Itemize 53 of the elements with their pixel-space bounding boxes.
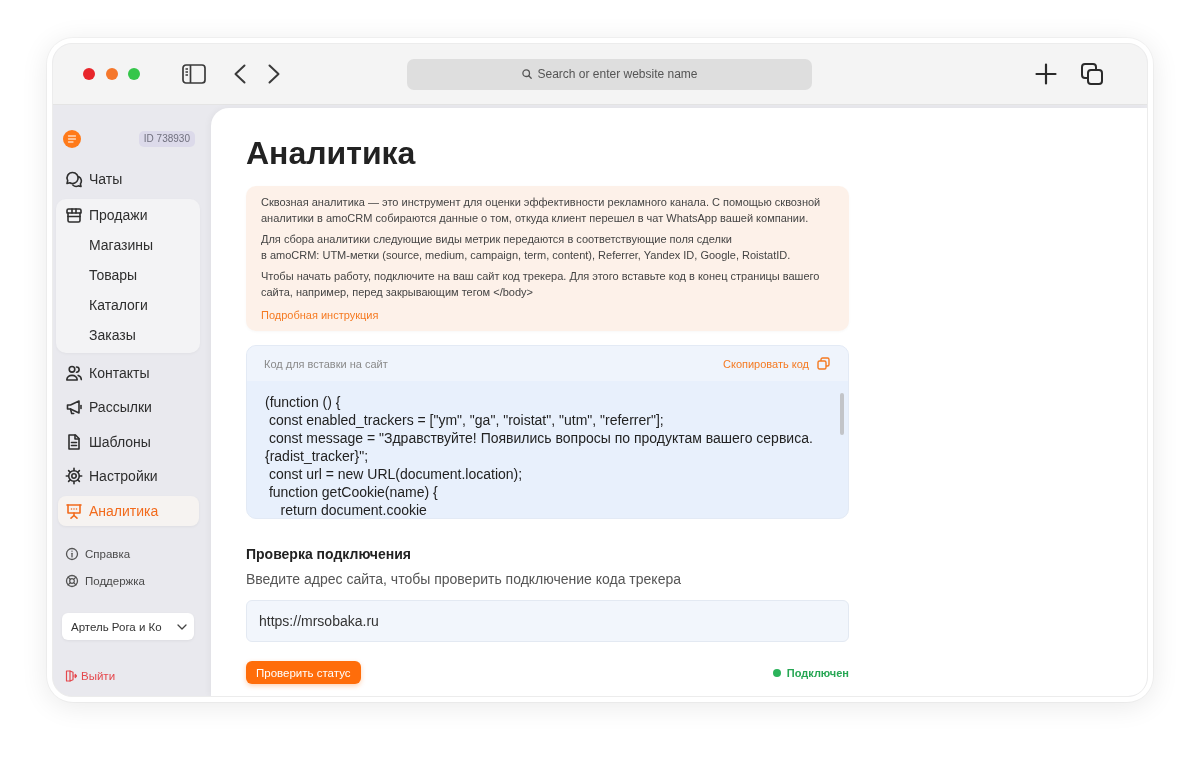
settings-icon (65, 467, 83, 485)
chevron-right-icon[interactable] (268, 64, 280, 84)
storefront-icon (65, 206, 83, 224)
logout-icon (65, 670, 77, 682)
info-icon (65, 547, 79, 561)
search-icon (521, 69, 532, 79)
document-icon (65, 432, 83, 451)
code-panel-title: Код для вставки на сайт (264, 357, 388, 370)
people-icon (65, 363, 83, 382)
code-line: {radist_tracker}"; (265, 447, 369, 465)
megaphone-icon (65, 398, 83, 416)
submenu-item[interactable]: Каталоги (56, 290, 200, 320)
lifebuoy-icon (65, 574, 79, 588)
sidebar-toggle-icon[interactable] (182, 64, 206, 84)
help-link[interactable]: Поддержка (58, 569, 199, 593)
status-label: Подключен (786, 666, 849, 679)
code-line: function getCookie(name) { (267, 483, 438, 501)
code-line: return document.cookie (279, 501, 427, 518)
submenu-item[interactable]: Заказы (56, 320, 200, 350)
section-title: Проверка подключения (246, 545, 411, 564)
stacked-squares-icon[interactable] (1081, 63, 1103, 85)
chat-bubbles-icon (65, 170, 83, 188)
chevron-left-icon[interactable] (234, 64, 246, 84)
section-description: Введите адрес сайта, чтобы проверить подключение кода трекера (246, 570, 681, 589)
nav-item[interactable]: Рассылки (58, 392, 199, 422)
nav-item[interactable]: Контакты (58, 357, 199, 388)
info-paragraph: Чтобы начать работу, подключите на ваш сайт код трекера. Для этого вставьте код в конец страницы вашего сайта, например, перед закрывающим тегом </body> (261, 269, 821, 300)
code-line: (function () { (265, 393, 341, 411)
window-minimize-button[interactable] (105, 68, 118, 80)
plus-icon[interactable] (1035, 63, 1057, 85)
code-line: const enabled_trackers = ["ym", "ga", "roistat", "utm", "referrer"]; (267, 411, 664, 429)
copy-icon (817, 357, 830, 370)
page-title: Аналитика (246, 134, 416, 173)
submenu-item[interactable]: Магазины (56, 230, 200, 260)
presentation-board-icon (65, 501, 83, 520)
info-paragraph: Для сбора аналитики следующие виды метрик передаются в соответствующие поля сделки в amoCRM: UTM-метки (source, medium, campaign, term, content), Referrer, Yandex ID, Google, RoistatID. (261, 232, 792, 263)
account-id: ID 738930 (138, 131, 195, 147)
nav-item[interactable]: Настройки (58, 461, 199, 491)
scrollbar[interactable] (840, 393, 844, 435)
info-paragraph: Сквозная аналитика — это инструмент для оценки эффективности рекламного канала. С помощью сквозной аналитики в amoCRM собираются данные о том, откуда клиент перешел в чат WhatsApp вашей компании. (261, 195, 822, 226)
help-link[interactable]: Справка (58, 542, 199, 566)
nav-item[interactable]: Продажи (56, 200, 200, 230)
account-select[interactable]: Артель Рога и Ко (62, 613, 194, 640)
nav-item[interactable]: Чаты (58, 164, 199, 194)
address-bar[interactable]: Search or enter website name (407, 58, 812, 90)
code-line: const url = new URL(document.location); (267, 465, 523, 483)
code-line: const message = "Здравствуйте! Появились вопросы по продуктам вашего сервиса. (267, 429, 813, 447)
chevron-down-icon (177, 623, 187, 630)
logo-icon (63, 130, 81, 148)
submenu-item[interactable]: Товары (56, 260, 200, 290)
window-close-button[interactable] (83, 68, 95, 80)
nav-item[interactable]: Шаблоны (58, 426, 199, 457)
url-input-field[interactable]: https://mrsobaka.ru (246, 600, 849, 642)
